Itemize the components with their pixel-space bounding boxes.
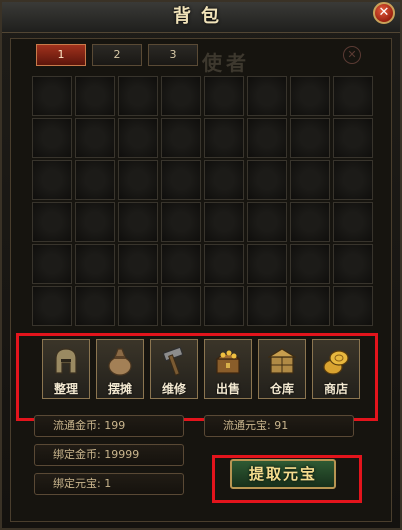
inventory-slot[interactable] (247, 202, 287, 242)
inventory-slot[interactable] (247, 286, 287, 326)
inventory-slot[interactable] (290, 160, 330, 200)
inventory-slot[interactable] (32, 286, 72, 326)
inventory-slot[interactable] (290, 118, 330, 158)
inventory-slot[interactable] (118, 118, 158, 158)
inventory-slot[interactable] (32, 118, 72, 158)
inventory-slot[interactable] (204, 244, 244, 284)
inventory-slot[interactable] (204, 202, 244, 242)
inventory-slot[interactable] (247, 76, 287, 116)
inventory-slot[interactable] (75, 118, 115, 158)
circulating-ingot-text: 流通元宝: 91 (223, 419, 289, 432)
inventory-slot[interactable] (32, 160, 72, 200)
inventory-slot[interactable] (118, 76, 158, 116)
treasure-chest-icon (215, 350, 241, 374)
bound-gold-text: 绑定金币: 19999 (53, 448, 140, 461)
circulating-gold-field: 流通金币: 199 (34, 415, 184, 437)
stall-button[interactable]: 摆摊 (96, 339, 144, 399)
inventory-slot[interactable] (161, 286, 201, 326)
inventory-slot[interactable] (118, 202, 158, 242)
inventory-slot[interactable] (75, 76, 115, 116)
warehouse-button[interactable]: 仓库 (258, 339, 306, 399)
inventory-slot[interactable] (32, 244, 72, 284)
inventory-slot[interactable] (75, 244, 115, 284)
shop-button[interactable]: 商店 (312, 339, 360, 399)
helmet-icon (55, 348, 77, 374)
inventory-slot[interactable] (204, 118, 244, 158)
inventory-slot[interactable] (75, 160, 115, 200)
inventory-slot[interactable] (118, 244, 158, 284)
inventory-slot[interactable] (204, 76, 244, 116)
warehouse-icon (268, 348, 296, 374)
watermark-close-icon: ✕ (343, 46, 361, 64)
inventory-slot[interactable] (247, 244, 287, 284)
inventory-slot[interactable] (333, 202, 373, 242)
item-grid (32, 76, 373, 330)
inventory-slot[interactable] (204, 286, 244, 326)
stall-label: 摆摊 (107, 382, 132, 396)
tab-1[interactable]: 1 (36, 44, 86, 66)
inventory-slot[interactable] (161, 244, 201, 284)
shop-label: 商店 (323, 382, 348, 396)
inventory-slot[interactable] (118, 160, 158, 200)
inventory-slot[interactable] (32, 202, 72, 242)
redeem-ingot-button[interactable]: 提取元宝 (230, 459, 336, 489)
inventory-slot[interactable] (118, 286, 158, 326)
inventory-slot[interactable] (333, 160, 373, 200)
inventory-slot[interactable] (290, 76, 330, 116)
background-watermark: 使者 (202, 51, 250, 75)
inventory-slot[interactable] (333, 118, 373, 158)
warehouse-label: 仓库 (269, 382, 294, 396)
sort-button[interactable]: 整理 (42, 339, 90, 399)
sort-label: 整理 (53, 382, 78, 396)
close-icon: ✕ (378, 5, 390, 20)
inventory-slot[interactable] (290, 202, 330, 242)
inventory-slot[interactable] (161, 160, 201, 200)
circulating-gold-text: 流通金币: 199 (53, 419, 126, 432)
bound-ingot-text: 绑定元宝: 1 (53, 477, 112, 490)
tab-3[interactable]: 3 (148, 44, 198, 66)
inventory-slot[interactable] (161, 202, 201, 242)
inventory-slot[interactable] (32, 76, 72, 116)
bound-ingot-field: 绑定元宝: 1 (34, 473, 184, 495)
hammer-icon (162, 346, 184, 376)
inventory-slot[interactable] (333, 76, 373, 116)
repair-label: 维修 (161, 382, 186, 396)
inventory-slot[interactable] (290, 286, 330, 326)
inventory-slot[interactable] (75, 202, 115, 242)
inventory-slot[interactable] (161, 76, 201, 116)
inventory-slot[interactable] (204, 160, 244, 200)
bound-gold-field: 绑定金币: 19999 (34, 444, 184, 466)
window-title: 背包 (173, 6, 229, 27)
repair-button[interactable]: 维修 (150, 339, 198, 399)
inventory-slot[interactable] (247, 160, 287, 200)
inventory-slot[interactable] (247, 118, 287, 158)
coins-icon (323, 350, 349, 375)
tab-2[interactable]: 2 (92, 44, 142, 66)
inventory-slot[interactable] (161, 118, 201, 158)
inventory-slot[interactable] (333, 244, 373, 284)
sell-label: 出售 (215, 382, 240, 396)
inventory-slot[interactable] (75, 286, 115, 326)
sell-button[interactable]: 出售 (204, 339, 252, 399)
circulating-ingot-field: 流通元宝: 91 (204, 415, 354, 437)
inventory-slot[interactable] (290, 244, 330, 284)
money-bag-icon (108, 348, 132, 376)
close-button[interactable]: ✕ (373, 2, 395, 24)
inventory-slot[interactable] (333, 286, 373, 326)
